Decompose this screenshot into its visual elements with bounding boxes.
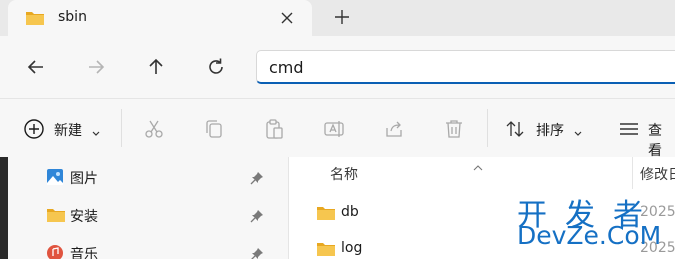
paste-icon[interactable] [263, 118, 285, 144]
pin-icon[interactable] [250, 208, 264, 227]
pane-edge [0, 157, 8, 259]
new-tab-icon[interactable] [333, 8, 351, 26]
refresh-icon[interactable] [205, 56, 227, 78]
address-value: cmd [269, 58, 304, 77]
column-name-header[interactable]: 名称 [330, 164, 358, 184]
cut-icon[interactable] [143, 118, 165, 144]
sort-button-label[interactable]: 排序 [536, 120, 564, 140]
delete-icon[interactable] [443, 118, 465, 144]
up-arrow-icon[interactable] [145, 56, 167, 78]
chevron-down-icon[interactable] [573, 124, 583, 143]
sidebar-item-music[interactable]: 音乐 [8, 235, 278, 259]
sidebar-item-pictures[interactable]: 图片 [8, 159, 278, 195]
rename-icon[interactable] [323, 118, 345, 144]
pin-icon[interactable] [250, 170, 264, 189]
file-name: db [341, 204, 359, 220]
tab-title: sbin [58, 9, 87, 25]
column-separator[interactable] [632, 157, 633, 189]
pin-icon[interactable] [250, 246, 264, 259]
sidebar-item-install[interactable]: 安装 [8, 197, 278, 233]
navigation-bar: cmd [0, 36, 675, 98]
toolbar-separator [121, 109, 122, 147]
sidebar-item-label: 音乐 [70, 247, 98, 259]
watermark: 开发者 DevZe.CoM [515, 190, 675, 252]
toolbar-separator [487, 109, 488, 147]
share-icon[interactable] [383, 118, 405, 144]
sort-icon[interactable] [505, 118, 527, 144]
tab-bar: sbin [0, 0, 675, 36]
copy-icon[interactable] [203, 118, 225, 144]
folder-icon [46, 206, 66, 228]
watermark-line2: DevZe.CoM [517, 221, 662, 250]
view-button-label[interactable]: 查看 [648, 120, 675, 160]
column-header: 名称 修改日 [289, 157, 675, 189]
tab-sbin[interactable]: sbin [8, 0, 312, 36]
back-arrow-icon[interactable] [25, 56, 47, 78]
sidebar-item-label: 图片 [70, 171, 98, 187]
close-tab-icon[interactable] [278, 9, 296, 27]
sort-ascending-icon [472, 157, 484, 176]
navigation-pane: 图片 安装 音乐 [0, 157, 288, 259]
forward-arrow-icon[interactable] [85, 56, 107, 78]
address-bar-input[interactable]: cmd [256, 50, 675, 84]
sidebar-item-label: 安装 [70, 209, 98, 225]
new-plus-icon[interactable] [23, 118, 45, 144]
folder-icon [316, 204, 336, 226]
command-bar: 新建 排序 查看 [0, 98, 675, 160]
new-button-label[interactable]: 新建 [54, 120, 82, 140]
column-date-header[interactable]: 修改日 [640, 164, 675, 184]
view-icon[interactable] [618, 118, 640, 144]
file-explorer-window: sbin cmd 新建 排序 查看 图片 安装 音乐 名称 修改 db 2025… [0, 0, 675, 259]
file-name: log [341, 240, 363, 256]
folder-icon [25, 9, 45, 31]
music-icon [46, 244, 64, 259]
folder-icon [316, 240, 336, 259]
chevron-down-icon[interactable] [91, 124, 101, 143]
pictures-icon [46, 168, 64, 190]
